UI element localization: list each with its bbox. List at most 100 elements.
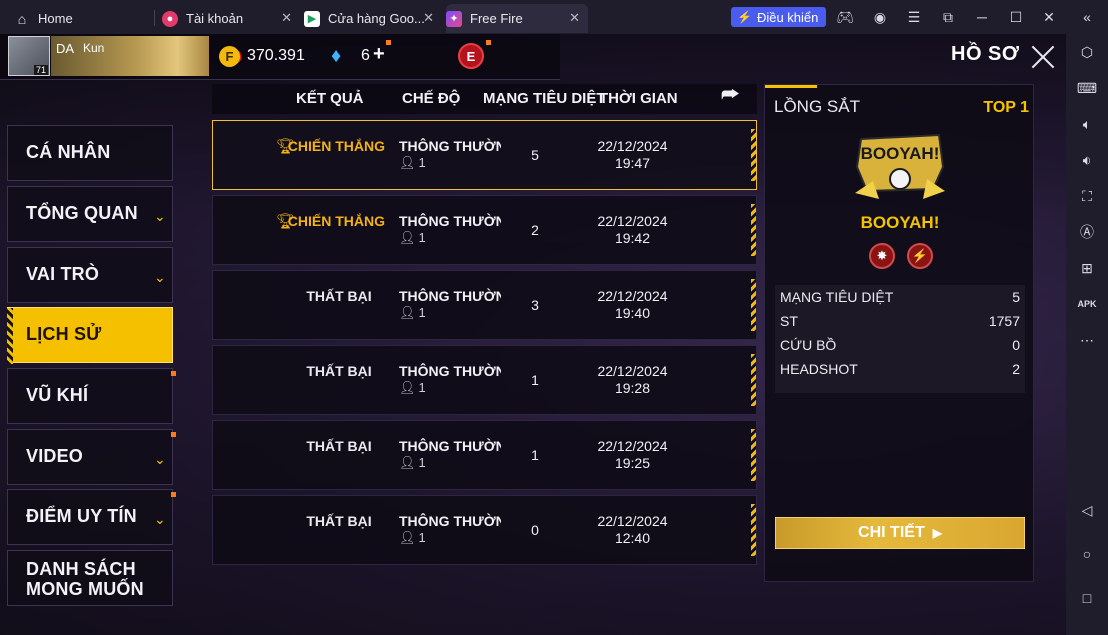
table-row[interactable]: 🏆︎CHIẾN THẮNGTHÔNG THƯỜNG👤︎1222/12/20241…	[212, 195, 757, 265]
collapse-sidebar-icon[interactable]: «	[1078, 8, 1096, 26]
tab-label: Tài khoản	[186, 11, 244, 26]
external-window-icon[interactable]: ⧉	[939, 8, 957, 26]
notification-dot	[386, 40, 391, 45]
maximize-icon[interactable]: ☐	[1007, 8, 1025, 26]
notification-dot	[171, 432, 176, 437]
menu-item-label: TỔNG QUAN	[26, 203, 138, 223]
match-time: 19:25	[614, 455, 651, 471]
control-button[interactable]: ⚡ Điều khiển	[731, 7, 827, 27]
details-button[interactable]: CHI TIẾT ▶	[775, 517, 1025, 549]
stat-label: ST	[780, 313, 798, 329]
table-row[interactable]: 🏆︎CHIẾN THẮNGTHÔNG THƯỜNG👤︎1522/12/20241…	[212, 120, 757, 190]
multi-instance-icon[interactable]: ⊞	[1077, 258, 1097, 278]
close-icon[interactable]: ✕	[281, 10, 292, 26]
match-time: 19:28	[614, 380, 651, 396]
add-diamond-button[interactable]: +	[373, 43, 385, 66]
stat-value: 2	[1012, 361, 1020, 377]
close-icon[interactable]: ✕	[423, 10, 434, 26]
table-row[interactable]: THẤT BẠITHÔNG THƯỜNG👤︎1122/12/202419:28	[212, 345, 757, 415]
tab-free-fire[interactable]: ✦ Free Fire ✕	[446, 4, 588, 33]
menu-item-ca-nhan[interactable]: CÁ NHÂN	[7, 125, 173, 181]
mode-text: THÔNG THƯỜNG	[399, 213, 501, 229]
stat-row: ST 1757	[780, 313, 1020, 333]
stat-value: 5	[1012, 289, 1020, 305]
gamepad-icon[interactable]: 🎮︎	[836, 8, 854, 26]
mode-text: THÔNG THƯỜNG	[399, 363, 501, 379]
stat-row: HEADSHOT 2	[780, 361, 1020, 381]
map-name: LỒNG SẮT	[774, 97, 860, 116]
table-row[interactable]: THẤT BẠI THÔNG THƯỜNG👤︎1 3 22/12/202419:40	[212, 270, 757, 340]
menu-item-label: CÁ NHÂN	[26, 142, 111, 162]
share-icon[interactable]: ⮫	[721, 84, 749, 108]
table-row[interactable]: THẤT BẠI THÔNG THƯỜNG👤︎1 0 22/12/202412:40	[212, 495, 757, 565]
tab-account[interactable]: ● Tài khoản ✕	[162, 4, 300, 33]
close-icon[interactable]	[1030, 44, 1056, 70]
notification-dot	[171, 492, 176, 497]
free-fire-icon: ✦	[446, 10, 462, 27]
menu-item-lich-su[interactable]: LỊCH SỬ	[7, 307, 173, 364]
menu-item-label: VAI TRÒ	[26, 264, 100, 284]
mode-text: THÔNG THƯỜNG	[399, 438, 501, 454]
avatar[interactable]: 71	[8, 36, 50, 76]
match-time: 12:40	[614, 530, 651, 546]
medal-icon: ✸	[869, 243, 895, 269]
match-stats: MẠNG TIÊU DIỆT 5 ST 1757 CỨU BỒ 0 HEADSH…	[775, 285, 1025, 393]
screenshot-icon[interactable]: ⛶	[1077, 186, 1097, 206]
recent-apps-icon[interactable]: □	[1077, 588, 1097, 608]
panel-accent-line	[765, 85, 817, 88]
party-size: 👤︎ 1	[399, 455, 426, 471]
keyboard-icon[interactable]: ⌨	[1077, 78, 1097, 98]
row-stripe	[751, 429, 756, 481]
stat-label: CỨU BỒ	[780, 337, 837, 353]
tab-home[interactable]: ⌂ Home	[14, 4, 154, 33]
placement-rank: TOP 1	[983, 99, 1029, 116]
back-icon[interactable]: ◁	[1077, 500, 1097, 520]
emulator-sidebar: ⬡ ⌨ 🔈︎ 🔉︎ ⛶ Ⓐ ⊞ APK ⋯ ◁ ○ □	[1066, 34, 1108, 635]
home-circle-icon[interactable]: ○	[1077, 544, 1097, 564]
tab-label: Home	[38, 11, 73, 26]
menu-item-diem-uy-tin[interactable]: ĐIỂM UY TÍN ⌄	[7, 489, 173, 545]
party-size: 👤︎ 1	[399, 155, 426, 171]
auto-rotate-icon[interactable]: Ⓐ	[1077, 222, 1097, 242]
row-stripe	[751, 129, 756, 181]
more-options-icon[interactable]: ⋯	[1077, 330, 1097, 350]
game-screen: 71 DA Kun ✪ F 370.391 ♦ 6 + E HỒ SƠ CÁ N…	[0, 34, 1066, 635]
user-account-icon[interactable]: ◉	[871, 8, 889, 26]
column-header-kills: MẠNG TIÊU DIỆT	[483, 90, 606, 107]
column-header-mode: CHẾ ĐỘ	[402, 90, 461, 107]
elite-pass-icon[interactable]: E	[458, 43, 484, 69]
profile-top-bar: 71 DA Kun ✪ F 370.391 ♦ 6 + E	[0, 34, 560, 80]
kill-count: 2	[531, 222, 539, 238]
match-date: 22/12/2024	[597, 138, 668, 154]
close-icon[interactable]: ✕	[569, 10, 580, 26]
volume-up-icon[interactable]: 🔈︎	[1077, 114, 1097, 134]
profile-banner[interactable]: DA Kun ✪	[51, 36, 242, 76]
menu-item-label-line2: MONG MUỐN	[26, 579, 144, 599]
mode-text: THÔNG THƯỜNG	[399, 138, 501, 154]
minimize-icon[interactable]: ─	[973, 8, 991, 26]
menu-icon[interactable]: ☰	[905, 8, 923, 26]
close-window-icon[interactable]: ✕	[1040, 8, 1058, 26]
stat-value: 1757	[988, 313, 1020, 329]
column-header-time: THỜI GIAN	[599, 90, 678, 107]
booyah-banner-icon: BOOYAH!	[855, 133, 945, 199]
tab-play-store[interactable]: ▶ Cửa hàng Goo... ✕	[304, 4, 442, 33]
menu-item-video[interactable]: VIDEO ⌄	[7, 429, 173, 485]
tab-divider	[154, 10, 155, 26]
volume-down-icon[interactable]: 🔉︎	[1077, 150, 1097, 170]
player-name: DA	[56, 41, 75, 56]
result-text: THẤT BẠI	[306, 363, 372, 379]
party-size-value: 1	[418, 530, 426, 545]
menu-item-danh-sach-mong-muon[interactable]: DANH SÁCH MONG MUỐN	[7, 550, 173, 606]
menu-item-tong-quan[interactable]: TỔNG QUAN ⌄	[7, 186, 173, 242]
medal-icon: ⚡	[907, 243, 933, 269]
chevron-down-icon: ⌄	[154, 451, 166, 467]
settings-hex-icon[interactable]: ⬡	[1077, 42, 1097, 62]
menu-item-vai-tro[interactable]: VAI TRÒ ⌄	[7, 247, 173, 303]
menu-item-vu-khi[interactable]: VŨ KHÍ	[7, 368, 173, 424]
apk-install-icon[interactable]: APK	[1077, 294, 1097, 314]
table-row[interactable]: THẤT BẠITHÔNG THƯỜNG👤︎1122/12/202419:25	[212, 420, 757, 490]
menu-item-label: DANH SÁCH MONG MUỐN	[26, 559, 144, 599]
result-text: THẤT BẠI	[306, 513, 372, 529]
chevron-down-icon: ⌄	[154, 269, 166, 285]
